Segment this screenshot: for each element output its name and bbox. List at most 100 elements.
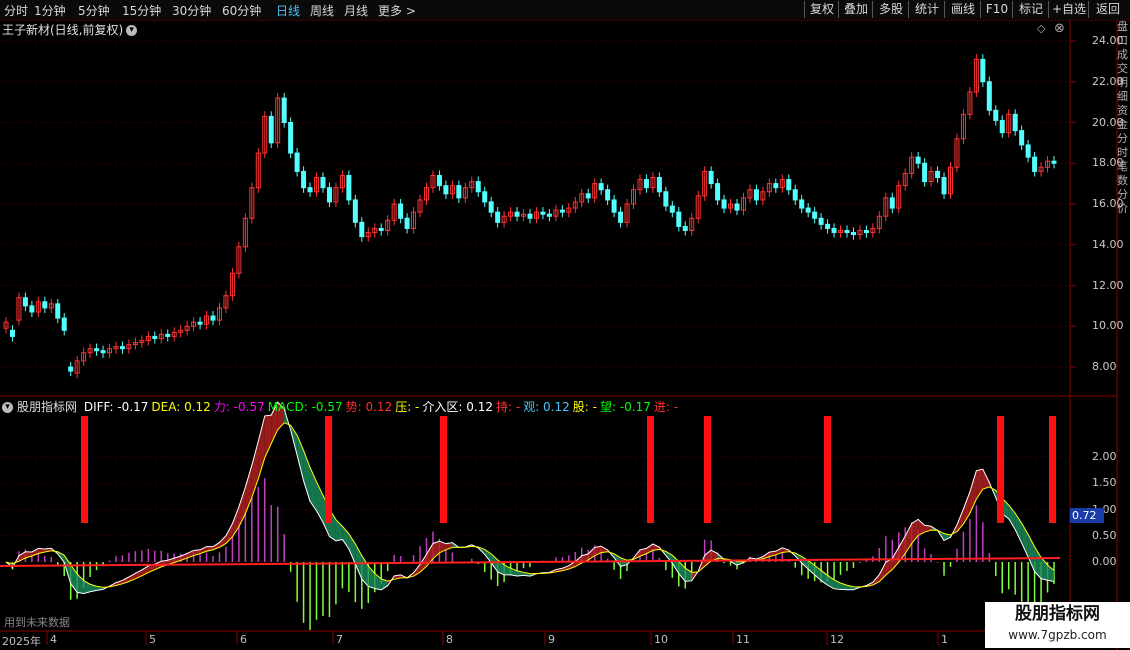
candle-body	[734, 203, 740, 211]
candle-body	[831, 227, 837, 234]
candle-body	[941, 177, 947, 195]
candle-body	[475, 181, 481, 193]
candle-body	[812, 211, 818, 219]
candle-body	[663, 191, 669, 207]
candle-body	[514, 211, 520, 217]
candle-body	[1032, 156, 1038, 172]
candle-body	[488, 201, 494, 213]
candle-body	[346, 174, 352, 201]
stock-title[interactable]: 王子新材(日线,前复权) ▾	[2, 21, 138, 38]
candle-body	[540, 211, 546, 215]
indicator-value: 望: -0.17	[599, 400, 651, 414]
candle-body	[708, 170, 714, 185]
candle-body	[398, 203, 404, 219]
candle-body	[850, 232, 856, 236]
candle-body	[61, 317, 67, 331]
signal-bar	[704, 416, 711, 523]
close-icon[interactable]: ⊗	[1054, 21, 1065, 36]
candle-body	[281, 97, 287, 124]
candle-body	[805, 207, 811, 213]
candle-body	[288, 122, 294, 154]
price-axis-label: 12.00	[1092, 278, 1124, 292]
candle-body	[598, 183, 604, 191]
signal-bar	[325, 416, 332, 523]
indicator-value: DEA: 0.12	[151, 400, 211, 414]
candle-body	[889, 197, 895, 209]
candle-body	[268, 115, 274, 144]
indicator-value: 持: -	[495, 400, 521, 414]
candle-body	[682, 225, 688, 231]
candle-body	[55, 303, 61, 319]
price-axis-label: 10.00	[1092, 319, 1124, 333]
candle-body	[1051, 160, 1057, 164]
candle-body	[359, 221, 365, 238]
candle-body	[320, 177, 326, 189]
watermark-logo: 股朋指标网 www.7gpzb.com	[985, 602, 1130, 648]
signal-bar	[997, 416, 1004, 523]
kline-chart[interactable]	[0, 0, 1130, 650]
indicator-axis-label: 0.00	[1092, 555, 1117, 568]
diamond-icon[interactable]: ◇	[1037, 22, 1045, 35]
candle-body	[611, 199, 617, 213]
month-label: 1	[941, 633, 948, 646]
candle-body	[197, 321, 203, 325]
price-axis-label: 22.00	[1092, 74, 1124, 88]
month-label: 11	[736, 633, 750, 646]
candle-body	[792, 189, 798, 201]
candle-body	[100, 350, 106, 354]
signal-bar	[440, 416, 447, 523]
indicator-name[interactable]: 股朋指标网	[17, 400, 77, 414]
candle-body	[22, 297, 28, 307]
chevron-down-icon[interactable]: ▾	[2, 402, 13, 413]
price-axis-label: 18.00	[1092, 156, 1124, 170]
indicator-value: 压: -	[395, 400, 420, 414]
candle-body	[527, 213, 533, 219]
candle-body	[152, 335, 158, 339]
candle-body	[307, 187, 313, 193]
candle-body	[922, 162, 928, 183]
candle-body	[786, 179, 792, 191]
candle-body	[818, 217, 824, 225]
signal-bar	[824, 416, 831, 523]
indicator-value: 势: 0.12	[345, 400, 393, 414]
price-axis-label: 24.00	[1092, 34, 1124, 47]
price-axis-label: 16.00	[1092, 197, 1124, 210]
candle-body	[29, 305, 35, 313]
month-label: 12	[830, 633, 844, 646]
candle-body	[94, 348, 100, 352]
indicator-value: DIFF: -0.17	[83, 400, 149, 414]
price-axis-label: 20.00	[1092, 115, 1124, 129]
month-label: 7	[336, 633, 343, 646]
stock-title-text: 王子新材(日线,前复权)	[2, 23, 124, 37]
watermark-url: www.7gpzb.com	[1008, 628, 1107, 642]
chevron-down-icon[interactable]: ▾	[126, 25, 138, 36]
candle-body	[676, 211, 682, 227]
candle-body	[844, 229, 850, 234]
indicator-axis-label: 0.50	[1092, 528, 1117, 542]
candle-body	[721, 199, 727, 209]
indicator-value: 股: -	[572, 400, 597, 414]
indicator-axis-label: 1.50	[1092, 476, 1117, 490]
month-label: 5	[149, 633, 156, 646]
candle-body	[495, 211, 501, 223]
candle-body	[986, 81, 992, 111]
indicator-value: MACD: -0.57	[267, 400, 343, 414]
candle-body	[456, 185, 462, 199]
candle-body	[863, 229, 869, 234]
watermark-title: 股朋指标网	[1015, 604, 1100, 624]
candle-body	[119, 346, 125, 350]
future-data-hint: 用到未来数据	[4, 616, 70, 629]
candle-body	[443, 185, 449, 195]
price-axis-label: 14.00	[1092, 237, 1124, 251]
candle-body	[753, 189, 759, 201]
candle-body	[301, 170, 307, 189]
candle-body	[68, 366, 74, 372]
indicator-value: 力: -0.57	[213, 400, 265, 414]
month-label: 9	[548, 633, 555, 646]
candle-body	[980, 58, 986, 83]
candle-body	[999, 119, 1005, 134]
candle-body	[915, 156, 921, 164]
candle-body	[1019, 130, 1025, 146]
month-label: 4	[50, 633, 57, 646]
indicator-axis-label: 2.00	[1092, 450, 1117, 463]
